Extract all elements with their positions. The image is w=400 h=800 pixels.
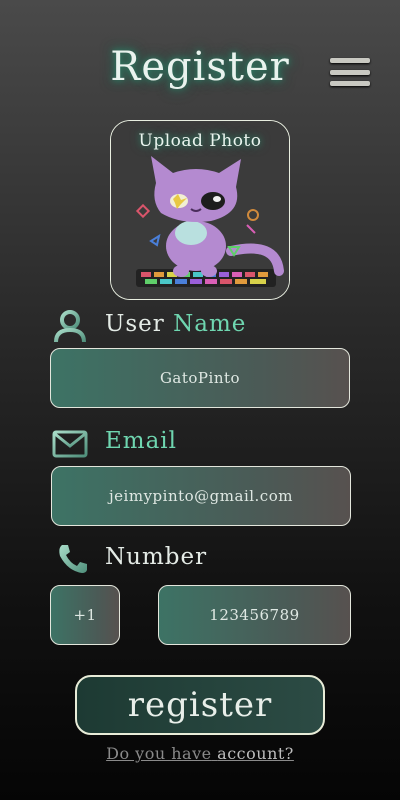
upload-photo-button[interactable]: Upload Photo <box>110 120 290 300</box>
have-account-link[interactable]: Do you have account? <box>0 744 400 763</box>
user-icon <box>54 310 86 343</box>
username-label: User Name <box>105 311 246 337</box>
username-input[interactable]: GatoPinto <box>50 348 350 408</box>
mail-icon <box>52 430 88 458</box>
menu-bar <box>330 69 370 75</box>
account-link-prefix: Do you have <box>106 744 212 763</box>
email-label: Email <box>105 428 177 454</box>
email-label-text: Email <box>105 428 178 454</box>
phone-number-field[interactable]: 123456789 <box>158 585 351 645</box>
register-button[interactable]: register <box>75 675 325 735</box>
menu-bar <box>330 81 370 86</box>
account-link-text: account? <box>217 744 294 763</box>
username-label-main: User <box>105 311 165 337</box>
email-field[interactable]: jeimypinto@gmail.com <box>51 466 351 526</box>
menu-bar <box>330 58 370 63</box>
number-label-text: Number <box>105 544 208 570</box>
username-label-accent: Name <box>173 311 247 337</box>
menu-icon[interactable] <box>330 58 370 86</box>
upload-photo-label: Upload Photo <box>138 131 262 151</box>
country-code-field[interactable]: +1 <box>50 585 120 645</box>
phone-icon <box>59 545 87 573</box>
number-label: Number <box>105 544 207 570</box>
